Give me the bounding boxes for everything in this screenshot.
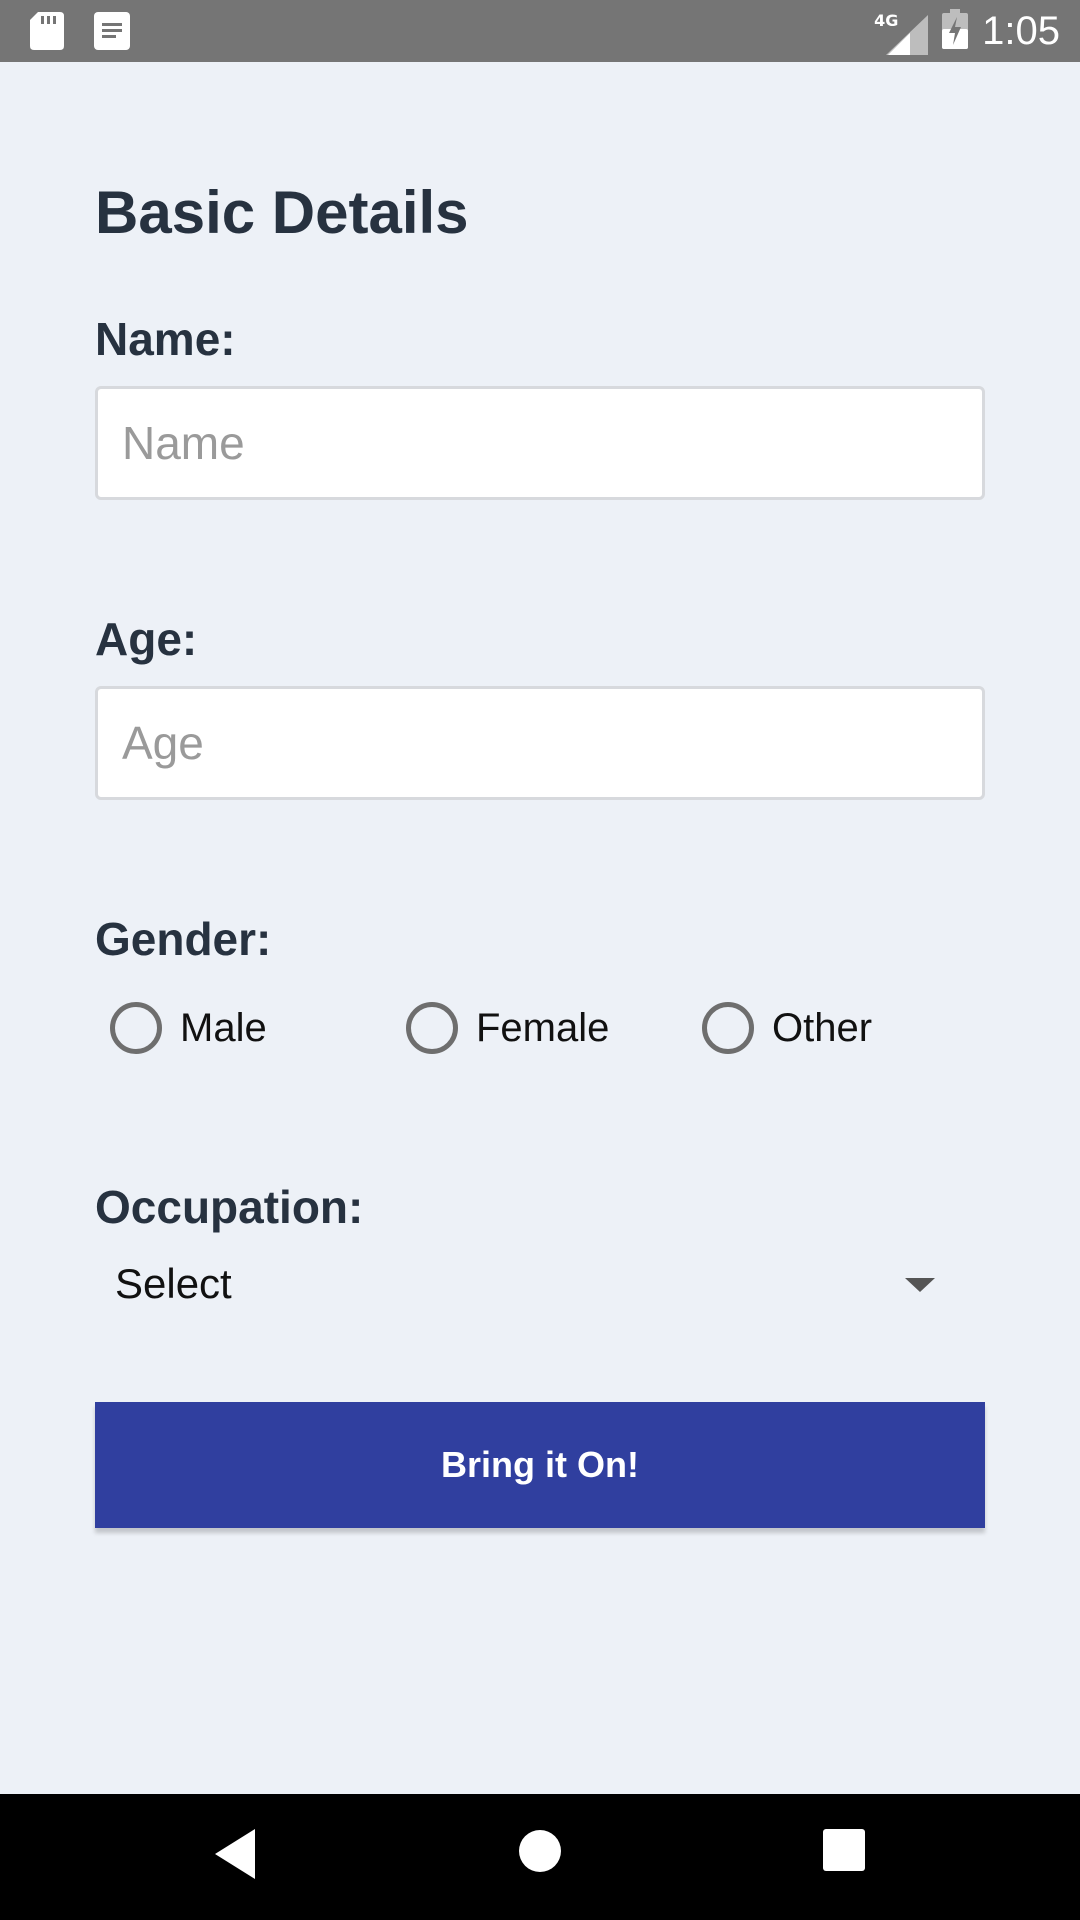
- name-label: Name:: [95, 313, 236, 365]
- occupation-dropdown[interactable]: Select: [95, 1250, 985, 1326]
- occupation-selected-value: Select: [115, 1260, 232, 1307]
- gender-option-label: Female: [476, 1005, 610, 1050]
- gender-radio-group: Male Female Other: [110, 1000, 970, 1056]
- gender-radio-male[interactable]: Male: [110, 1000, 267, 1056]
- age-label: Age:: [95, 613, 198, 665]
- gender-option-label: Male: [180, 1005, 267, 1050]
- gender-radio-female[interactable]: Female: [406, 1000, 609, 1056]
- radio-unchecked-icon: [406, 1002, 458, 1054]
- radio-unchecked-icon: [702, 1002, 754, 1054]
- network-type: 4G: [874, 11, 899, 30]
- back-icon[interactable]: [215, 1829, 275, 1885]
- notes-icon: [94, 12, 130, 50]
- age-input[interactable]: [95, 686, 985, 800]
- submit-button[interactable]: Bring it On!: [95, 1402, 985, 1528]
- chevron-down-icon: [905, 1278, 935, 1292]
- recents-icon[interactable]: [823, 1829, 883, 1885]
- gender-radio-other[interactable]: Other: [702, 1000, 872, 1056]
- home-icon[interactable]: [518, 1829, 578, 1885]
- gender-label: Gender:: [95, 913, 272, 965]
- navigation-bar: [0, 1794, 1080, 1920]
- signal-icon: 4G: [874, 11, 929, 55]
- clock: 1:05: [982, 8, 1060, 53]
- radio-unchecked-icon: [110, 1002, 162, 1054]
- occupation-label: Occupation:: [95, 1181, 364, 1233]
- status-bar: 4G 1:05: [0, 0, 1080, 62]
- battery-charging-icon: [942, 8, 969, 54]
- page-title: Basic Details: [95, 179, 469, 246]
- sd-card-icon: [30, 12, 64, 50]
- name-input[interactable]: [95, 386, 985, 500]
- gender-option-label: Other: [772, 1005, 873, 1050]
